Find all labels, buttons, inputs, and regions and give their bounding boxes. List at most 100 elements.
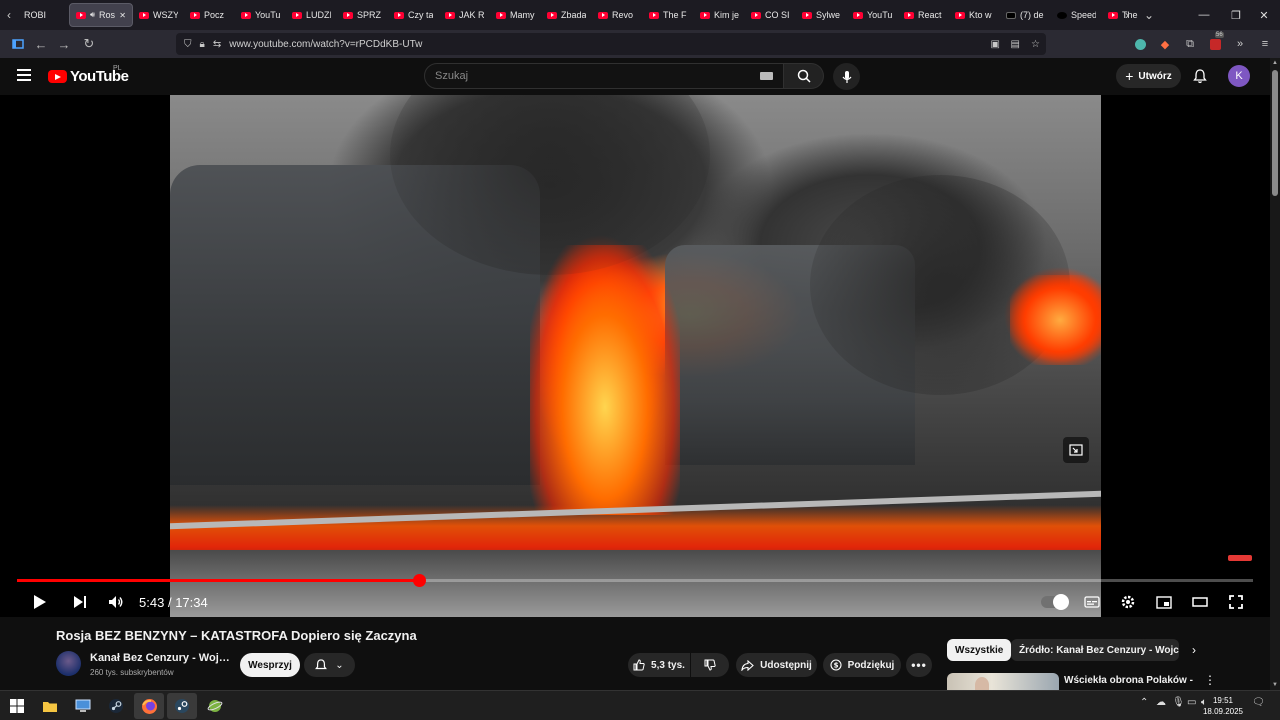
thanks-button[interactable]: $ Podziękuj: [823, 653, 901, 677]
scroll-up-icon[interactable]: ▲: [1272, 60, 1278, 66]
recommendation-title[interactable]: Wściekła obrona Polaków - Westerplatte. …: [1064, 674, 1194, 687]
miniplayer-button[interactable]: [1152, 590, 1176, 614]
browser-tab[interactable]: Revo: [592, 3, 643, 27]
close-window-icon[interactable]: ✕: [1248, 0, 1280, 30]
search-button[interactable]: [784, 63, 824, 89]
browser-tab[interactable]: Kim je: [694, 3, 745, 27]
browser-tab[interactable]: YouTu: [235, 3, 286, 27]
page-scrollbar[interactable]: ▲ ▼: [1270, 58, 1280, 690]
browser-tab[interactable]: Zbada: [541, 3, 592, 27]
browser-tab[interactable]: SPRZ: [337, 3, 388, 27]
dislike-button[interactable]: [691, 653, 729, 677]
tab-list-chevron-icon[interactable]: ⌄: [1140, 8, 1158, 22]
video-player[interactable]: 5:43 / 17:34 HD: [0, 95, 1270, 617]
channel-watermark[interactable]: [1228, 555, 1252, 561]
chip-all[interactable]: Wszystkie: [947, 639, 1012, 661]
overflow-chevron-icon[interactable]: »: [1230, 34, 1250, 54]
sidebar-toggle-icon[interactable]: [6, 32, 30, 56]
app-menu-icon[interactable]: ≡: [1255, 34, 1275, 54]
browser-tab[interactable]: Sylwe: [796, 3, 847, 27]
browser-tab[interactable]: 🔊︎ Ros ✕: [69, 3, 133, 27]
notifications-bell-icon[interactable]: [1190, 66, 1210, 86]
browser-tab[interactable]: Kto w: [949, 3, 1000, 27]
subscription-bell-button[interactable]: ⌄: [304, 653, 355, 677]
browser-tab[interactable]: YouTu: [847, 3, 898, 27]
channel-name[interactable]: Kanał Bez Cenzury - Wojciech Olszański: [90, 652, 230, 664]
browser-tab[interactable]: Speed: [1051, 3, 1102, 27]
browser-tab[interactable]: JAK R: [439, 3, 490, 27]
browser-tab[interactable]: React: [898, 3, 949, 27]
next-button[interactable]: [68, 590, 92, 614]
channel-avatar[interactable]: [56, 651, 81, 676]
browser-tab[interactable]: (7) de: [1000, 3, 1051, 27]
tab-audio-icon[interactable]: 🔊︎: [90, 10, 95, 20]
tab-scroll-left-icon[interactable]: ‹: [0, 8, 18, 22]
close-tab-icon[interactable]: ✕: [119, 11, 126, 20]
fox-extension-icon[interactable]: ◆: [1155, 34, 1175, 54]
miniplayer-overlay-icon[interactable]: [1063, 437, 1089, 463]
ublock-icon[interactable]: 56: [1205, 32, 1225, 54]
scrubber-handle[interactable]: [412, 574, 426, 587]
screenshot-icon[interactable]: ▣: [991, 39, 1000, 50]
search-input[interactable]: Szukaj: [424, 63, 784, 89]
start-button[interactable]: [2, 693, 32, 719]
more-actions-button[interactable]: •••: [906, 653, 932, 677]
browser-tab[interactable]: The F: [643, 3, 694, 27]
taskbar-steam[interactable]: [101, 693, 131, 719]
url-text[interactable]: www.youtube.com/watch?v=rPCDdKB-UTw: [229, 39, 422, 50]
create-button[interactable]: + Utwórz: [1116, 64, 1181, 88]
vpn-extension-icon[interactable]: [1130, 34, 1150, 54]
browser-tab[interactable]: LUDZI: [286, 3, 337, 27]
share-button[interactable]: Udostępnij: [736, 653, 817, 677]
recommendation-menu-icon[interactable]: ⋮: [1204, 673, 1216, 687]
tray-network-icon[interactable]: ▭: [1187, 697, 1196, 708]
account-avatar[interactable]: K: [1228, 65, 1250, 87]
support-button[interactable]: Wesprzyj: [240, 653, 300, 677]
extensions-puzzle-icon[interactable]: ⧉: [1180, 34, 1200, 54]
keyboard-icon[interactable]: [760, 72, 773, 80]
browser-tab[interactable]: Pocz: [184, 3, 235, 27]
progress-bar[interactable]: [17, 574, 1253, 587]
taskbar-app[interactable]: [200, 693, 230, 719]
browser-tab[interactable]: Mamy: [490, 3, 541, 27]
bookmark-star-icon[interactable]: ☆: [1031, 39, 1040, 50]
tracking-shield-icon[interactable]: ⛉: [184, 39, 192, 50]
scrollbar-thumb[interactable]: [1272, 70, 1278, 196]
minimize-window-icon[interactable]: —: [1188, 0, 1220, 30]
reader-view-icon[interactable]: ▤: [1011, 39, 1020, 50]
browser-tab[interactable]: WSZY: [133, 3, 184, 27]
voice-search-button[interactable]: [833, 63, 860, 90]
tray-cloud-icon[interactable]: ☁: [1156, 697, 1166, 708]
taskbar-clock[interactable]: 19:51 18.09.2025: [1200, 695, 1246, 717]
volume-button[interactable]: [104, 590, 128, 614]
fullscreen-button[interactable]: [1224, 590, 1248, 614]
tab-scroll-right-icon[interactable]: ›: [1118, 8, 1136, 22]
browser-tab[interactable]: Czy ta: [388, 3, 439, 27]
settings-button[interactable]: HD: [1116, 590, 1140, 614]
browser-tab[interactable]: CO SI: [745, 3, 796, 27]
chip-source[interactable]: Źródło: Kanał Bez Cenzury - Wojciech Ols…: [1011, 639, 1179, 661]
theater-mode-button[interactable]: [1188, 590, 1212, 614]
chips-next-chevron-icon[interactable]: ›: [1192, 643, 1196, 657]
play-button[interactable]: [28, 590, 52, 614]
taskbar-firefox[interactable]: [134, 693, 164, 719]
reload-icon[interactable]: ↻: [77, 32, 101, 56]
permissions-icon[interactable]: ⇆: [213, 39, 221, 50]
notifications-center-icon[interactable]: 🗨︎: [1252, 697, 1265, 708]
autoplay-toggle[interactable]: [1041, 594, 1069, 610]
scroll-down-icon[interactable]: ▼: [1272, 682, 1278, 688]
like-button[interactable]: 5,3 tys.: [628, 653, 690, 677]
address-bar[interactable]: ⛉ 🔒︎ ⇆ www.youtube.com/watch?v=rPCDdKB-U…: [176, 33, 1046, 55]
guide-menu-icon[interactable]: [17, 69, 31, 81]
taskbar-steam-active[interactable]: [167, 693, 197, 719]
tray-chevron-up-icon[interactable]: ⌃: [1140, 697, 1148, 708]
back-icon[interactable]: ←: [29, 32, 53, 56]
lock-icon[interactable]: 🔒︎: [200, 39, 205, 50]
tray-microphone-icon[interactable]: 🎙︎: [1172, 697, 1185, 708]
video-frame[interactable]: [170, 95, 1101, 617]
taskbar-computer[interactable]: [68, 693, 98, 719]
forward-icon[interactable]: →: [52, 32, 76, 56]
subtitles-button[interactable]: [1080, 590, 1104, 614]
taskbar-file-explorer[interactable]: [35, 693, 65, 719]
browser-tab[interactable]: ROBI: [18, 3, 69, 27]
